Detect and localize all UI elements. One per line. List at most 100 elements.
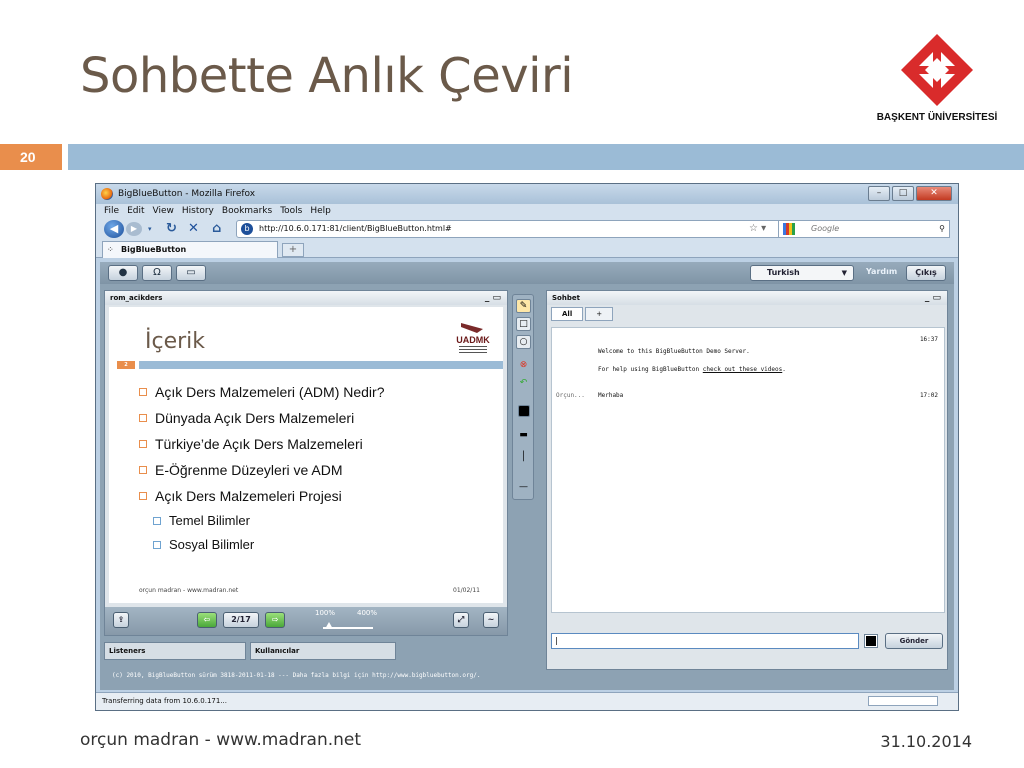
- message-help: For help using BigBlueButton check out t…: [598, 366, 786, 373]
- inner-slide-footer-right: 01/02/11: [453, 587, 480, 594]
- presentation-slide: İçerik UADMK 2 Açık Ders Malzemeleri (AD…: [109, 307, 503, 603]
- menu-file[interactable]: File: [104, 204, 119, 218]
- color-picker-icon[interactable]: [518, 405, 530, 417]
- chat-tabs: All +: [551, 307, 614, 321]
- language-select[interactable]: Turkish ▼: [750, 265, 854, 281]
- inner-slide-title: İçerik: [145, 329, 206, 354]
- url-text: http://10.6.0.171:81/client/BigBlueButto…: [259, 224, 452, 233]
- menu-view[interactable]: View: [153, 204, 174, 218]
- fit-width-icon[interactable]: ~: [483, 612, 499, 628]
- window-titlebar: BigBlueButton - Mozilla Firefox – □ ✕: [96, 184, 958, 204]
- window-controls-icon[interactable]: _ ▭: [925, 291, 941, 305]
- list-subitem: Sosyal Bilimler: [139, 533, 384, 557]
- search-input[interactable]: Google ⚲: [778, 220, 950, 238]
- inner-slide-footer-left: orçun madran - www.madran.net: [139, 587, 239, 594]
- list-subitem: Temel Bilimler: [139, 509, 384, 533]
- footer-date: 31.10.2014: [880, 732, 972, 751]
- undo-icon[interactable]: ↶: [516, 377, 531, 391]
- menu-history[interactable]: History: [182, 204, 214, 218]
- zoom-max-label: 400%: [357, 609, 378, 617]
- google-icon[interactable]: [783, 223, 795, 235]
- menu-bar: File Edit View History Bookmarks Tools H…: [96, 204, 958, 218]
- menu-bookmarks[interactable]: Bookmarks: [222, 204, 272, 218]
- inner-slide-number: 2: [117, 361, 135, 369]
- tab-bigbluebutton[interactable]: ⁘ BigBlueButton: [102, 241, 278, 258]
- pencil-icon[interactable]: ✎: [516, 299, 531, 313]
- list-item: Açık Ders Malzemeleri Projesi: [139, 483, 384, 509]
- language-value: Turkish: [767, 268, 800, 277]
- site-identity-icon[interactable]: b: [241, 223, 253, 235]
- chat-input[interactable]: |: [551, 633, 859, 649]
- tab-add[interactable]: +: [585, 307, 614, 321]
- slide: Sohbette Anlık Çeviri BAŞKENT ÜNİVERSİTE…: [0, 0, 1024, 768]
- message-time: 17:02: [919, 392, 938, 399]
- progress-bar: [868, 696, 938, 706]
- new-tab-button[interactable]: +: [282, 243, 304, 257]
- maximize-icon[interactable]: □: [892, 186, 914, 201]
- bbb-toolbar: ● Ω ▭ Turkish ▼ Yardım Çıkış: [100, 262, 954, 284]
- zoom-thumb[interactable]: [325, 622, 333, 629]
- help-suffix: .: [782, 366, 786, 373]
- rectangle-icon[interactable]: □: [516, 317, 531, 331]
- message-sender: Orçun...: [556, 392, 585, 399]
- help-text: For help using BigBlueButton: [598, 366, 703, 373]
- headset-icon[interactable]: Ω: [142, 265, 172, 281]
- listeners-tab[interactable]: Listeners: [104, 642, 246, 660]
- menu-edit[interactable]: Edit: [127, 204, 144, 218]
- send-button[interactable]: Gönder: [885, 633, 943, 649]
- menu-help[interactable]: Help: [310, 204, 331, 218]
- firefox-icon: [101, 188, 113, 200]
- stop-icon[interactable]: ✕: [188, 221, 199, 237]
- ellipse-icon[interactable]: ○: [516, 335, 531, 349]
- message-time: 16:37: [919, 336, 938, 343]
- tab-strip: ⁘ BigBlueButton +: [96, 240, 958, 258]
- status-bar: Transferring data from 10.6.0.171...: [96, 692, 958, 710]
- search-icon[interactable]: ⚲: [939, 221, 945, 237]
- inner-title-bar: [139, 361, 503, 369]
- svg-text:UADMK: UADMK: [456, 335, 490, 345]
- page-indicator[interactable]: 2/17: [223, 612, 259, 628]
- list-item: Açık Ders Malzemeleri (ADM) Nedir?: [139, 379, 384, 405]
- next-slide-icon[interactable]: ⇨: [265, 612, 285, 628]
- thickness-icon[interactable]: ▬: [516, 429, 531, 443]
- exit-button[interactable]: Çıkış: [906, 265, 946, 281]
- thickness-slider[interactable]: │: [516, 451, 531, 481]
- chat-messages: 16:37 Welcome to this BigBlueButton Demo…: [551, 327, 945, 613]
- message-text: Merhaba: [598, 392, 624, 399]
- home-icon[interactable]: ⌂: [212, 221, 221, 237]
- forward-icon[interactable]: ▶: [126, 222, 142, 236]
- search-placeholder: Google: [811, 224, 840, 233]
- minimize-icon[interactable]: –: [868, 186, 890, 201]
- videos-link[interactable]: check out these videos: [703, 366, 782, 373]
- clear-icon[interactable]: ⊗: [516, 359, 531, 373]
- chat-panel: Sohbet _ ▭ All + 16:37 Welcome to this B…: [546, 290, 948, 670]
- users-tab[interactable]: Kullanıcılar: [250, 642, 396, 660]
- window-controls-icon[interactable]: _ ▭: [485, 291, 501, 305]
- browser-window: BigBlueButton - Mozilla Firefox – □ ✕ Fi…: [95, 183, 959, 711]
- presentation-panel: rom_acikders _ ▭ İçerik UADMK 2 Açık Der…: [104, 290, 508, 636]
- previous-slide-icon[interactable]: ⇦: [197, 612, 217, 628]
- chat-title: Sohbet: [552, 294, 580, 302]
- navigation-toolbar: ◀ ▶ ▾ ↻ ✕ ⌂ b http://10.6.0.171:81/clien…: [96, 218, 958, 240]
- tab-all[interactable]: All: [551, 307, 584, 321]
- reload-icon[interactable]: ↻: [166, 221, 177, 237]
- text-color-icon[interactable]: [864, 634, 878, 648]
- window-title: BigBlueButton - Mozilla Firefox: [118, 189, 256, 199]
- slide-title: Sohbette Anlık Çeviri: [80, 48, 574, 104]
- webcam-icon[interactable]: ●: [108, 265, 138, 281]
- back-icon[interactable]: ◀: [104, 220, 124, 238]
- whiteboard-toolbar: ✎ □ ○ ⊗ ↶ ▬ │ —: [512, 294, 534, 500]
- fit-page-icon[interactable]: ⤢: [453, 612, 469, 628]
- menu-tools[interactable]: Tools: [280, 204, 302, 218]
- upload-icon[interactable]: ⇪: [113, 612, 129, 628]
- bookmark-star-icon[interactable]: ☆ ▾: [749, 221, 766, 237]
- presentation-title: rom_acikders: [110, 294, 163, 302]
- slide-number: 20: [0, 144, 62, 170]
- help-button[interactable]: Yardım: [866, 267, 897, 276]
- thin-line-icon: —: [519, 482, 528, 492]
- tab-label: BigBlueButton: [121, 245, 187, 254]
- history-dropdown-icon[interactable]: ▾: [148, 221, 152, 237]
- desktop-share-icon[interactable]: ▭: [176, 265, 206, 281]
- bbb-app: ● Ω ▭ Turkish ▼ Yardım Çıkış rom_acikder…: [100, 262, 954, 690]
- close-icon[interactable]: ✕: [916, 186, 952, 201]
